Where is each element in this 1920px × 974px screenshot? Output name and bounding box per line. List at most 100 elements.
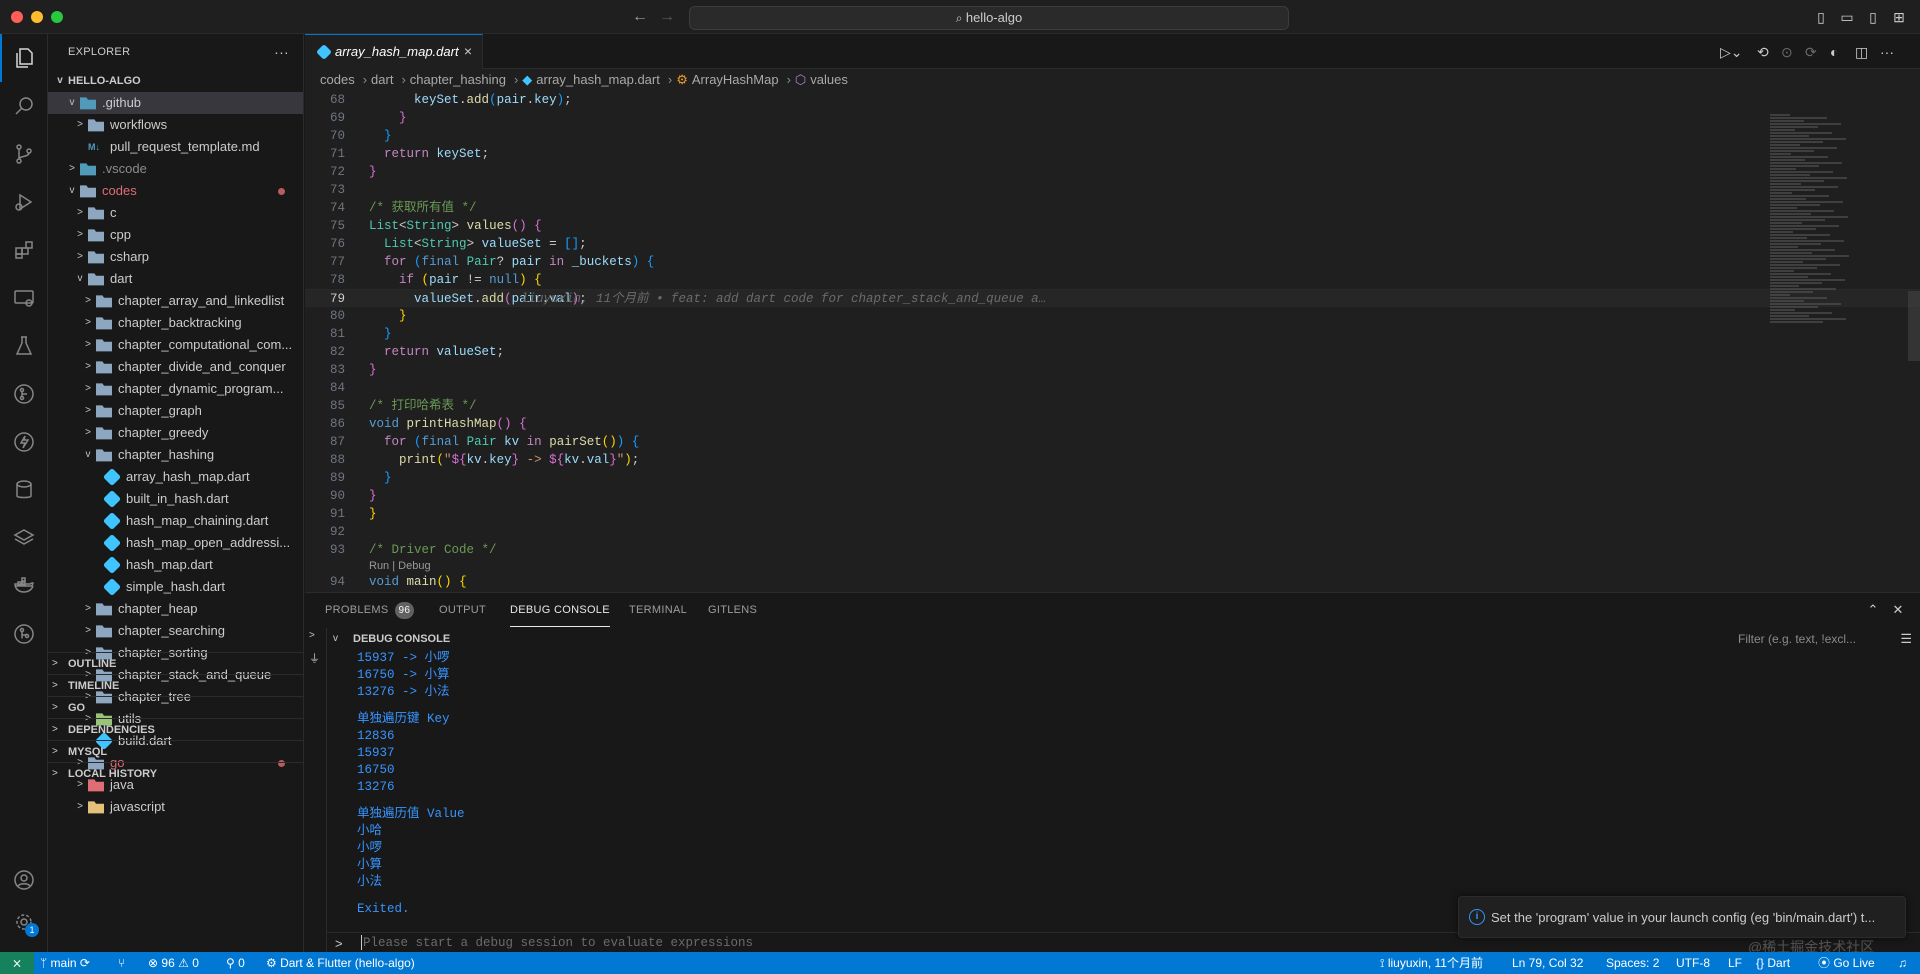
code-line[interactable]: 84 [305,379,1920,397]
breadcrumb-item[interactable]: array_hash_map.dart [536,72,660,87]
tree-item[interactable]: > javascript [48,796,303,818]
code-line[interactable]: 71 return keySet; [305,145,1920,163]
code-line[interactable]: 77 for (final Pair? pair in _buckets) { [305,253,1920,271]
code-line[interactable]: 87 for (final Pair kv in pairSet()) { [305,433,1920,451]
maximize-window-button[interactable] [51,11,63,23]
tree-item[interactable]: v codes [48,180,303,202]
forward-arrow-icon[interactable]: → [656,6,678,28]
tree-item[interactable]: > chapter_greedy [48,422,303,444]
extensions-icon[interactable] [0,226,48,274]
section-outline[interactable]: > OUTLINE [48,652,303,674]
more-actions-icon[interactable]: ··· [274,34,289,70]
split-editor-icon[interactable]: ◫ [1855,43,1868,61]
notifications-bell-icon[interactable]: ♫ [1898,952,1907,974]
command-center-search[interactable]: ⌕ hello-algo [689,6,1289,30]
tree-item[interactable]: > chapter_dynamic_program... [48,378,303,400]
docker-icon[interactable] [0,562,48,610]
git-graph-icon[interactable] [0,610,48,658]
remote-explorer-icon[interactable] [0,274,48,322]
tree-item[interactable]: > chapter_array_and_linkedlist [48,290,303,312]
go-forward-icon[interactable]: ⟳ [1805,43,1817,61]
toggle-secondary-sidebar-icon[interactable]: ▯ [1864,8,1882,26]
encoding[interactable]: UTF-8 [1676,952,1710,974]
code-line[interactable]: 70 } [305,127,1920,145]
tree-item[interactable]: v .github [48,92,303,114]
toggle-panel-icon[interactable]: ▭ [1838,8,1856,26]
breadcrumb-item[interactable]: codes [320,72,355,87]
tree-item[interactable]: > csharp [48,246,303,268]
indentation[interactable]: Spaces: 2 [1606,952,1659,974]
open-changes-icon[interactable]: ⊙ [1781,43,1793,61]
section-go[interactable]: > GO [48,696,303,718]
section-mysql[interactable]: > MYSQL [48,740,303,762]
workspace-root[interactable]: v HELLO-ALGO [48,70,303,92]
code-line[interactable]: 73 [305,181,1920,199]
tree-item[interactable]: M↓ pull_request_template.md [48,136,303,158]
tree-item[interactable]: simple_hash.dart [48,576,303,598]
code-editor[interactable]: 68 keySet.add(pair.key); 69 } 70 } 71 retur… [305,91,1920,592]
section-timeline[interactable]: > TIMELINE [48,674,303,696]
minimize-window-button[interactable] [31,11,43,23]
back-arrow-icon[interactable]: ← [629,6,651,28]
breadcrumb-item[interactable]: chapter_hashing [410,72,506,87]
filter-input[interactable]: Filter (e.g. text, !excl... [1738,630,1884,648]
tree-item[interactable]: > chapter_divide_and_conquer [48,356,303,378]
chevron-down-icon[interactable]: v [333,628,338,650]
breadcrumb-item[interactable]: values [810,72,848,87]
tree-item[interactable]: > chapter_backtracking [48,312,303,334]
go-live-item[interactable]: ⦿ Go Live [1818,952,1875,974]
tab-array-hash-map[interactable]: array_hash_map.dart × [305,34,483,69]
code-line[interactable]: 86 void printHashMap() { [305,415,1920,433]
close-panel-icon[interactable]: ✕ [1890,602,1906,618]
code-line[interactable]: 92 [305,523,1920,541]
code-line[interactable]: 88 print("${kv.key} -> ${kv.val}"); [305,451,1920,469]
maximize-panel-icon[interactable]: ⌃ [1865,602,1881,618]
tab-gitlens[interactable]: GITLENS [708,593,757,628]
section-local-history[interactable]: > LOCAL HISTORY [48,762,303,784]
run-dropdown-icon[interactable]: ▷⌄ [1720,43,1743,61]
lightning-icon[interactable] [0,418,48,466]
tab-debug-console[interactable]: DEBUG CONSOLE [510,593,610,627]
gitlens-icon[interactable] [0,370,48,418]
go-back-icon[interactable]: ⟲ [1757,43,1769,61]
tree-item[interactable]: > chapter_graph [48,400,303,422]
breadcrumb-item[interactable]: dart [371,72,393,87]
code-line[interactable]: 83} [305,361,1920,379]
code-line[interactable]: 79 valueSet.add(pair.val); liuyuxin, 11个月… [305,289,1920,307]
search-icon[interactable] [0,82,48,130]
publish-icon[interactable]: ⑂ [118,952,125,974]
code-line[interactable]: 76 List<String> valueSet = []; [305,235,1920,253]
code-line[interactable]: 94 void main() { [305,573,1920,591]
tree-item[interactable]: > workflows [48,114,303,136]
plug-icon[interactable]: ⏚ [309,650,320,666]
end-of-line[interactable]: LF [1728,952,1742,974]
minimap[interactable] [1770,114,1860,324]
code-line[interactable]: 90} [305,487,1920,505]
code-line[interactable]: 75 List<String> values() { [305,217,1920,235]
problems-item[interactable]: ⊗ 96 ⚠ 0 [148,952,199,974]
breadcrumb-item[interactable]: ArrayHashMap [692,72,779,87]
database-icon[interactable] [0,466,48,514]
branch-item[interactable]: ᛘ main ⟳ [40,952,90,974]
tree-item[interactable]: hash_map.dart [48,554,303,576]
tree-item[interactable]: > .vscode [48,158,303,180]
account-icon[interactable] [0,856,48,904]
notification-toast[interactable]: i Set the 'program' value in your launch… [1458,896,1906,938]
tree-item[interactable]: > chapter_heap [48,598,303,620]
blame-item[interactable]: ⟟ liuyuxin, 11个月前 [1380,952,1483,974]
toggle-primary-sidebar-icon[interactable]: ▯ [1812,8,1830,26]
more-editor-actions-icon[interactable]: ··· [1880,43,1894,61]
settings-gear-icon[interactable]: 1 [0,898,48,946]
tree-item[interactable]: > c [48,202,303,224]
debug-launch-item[interactable]: ⚙ Dart & Flutter (hello-algo) [266,952,415,974]
tab-terminal[interactable]: TERMINAL [629,593,687,628]
tree-item[interactable]: > cpp [48,224,303,246]
code-line[interactable]: 68 keySet.add(pair.key); [305,91,1920,109]
code-line[interactable]: 80 } [305,307,1920,325]
tree-item[interactable]: > chapter_computational_com... [48,334,303,356]
code-line[interactable]: 72} [305,163,1920,181]
run-debug-icon[interactable] [0,178,48,226]
tab-problems[interactable]: PROBLEMS 96 [325,593,415,628]
tree-item[interactable]: hash_map_open_addressi... [48,532,303,554]
tree-item[interactable]: v chapter_hashing [48,444,303,466]
